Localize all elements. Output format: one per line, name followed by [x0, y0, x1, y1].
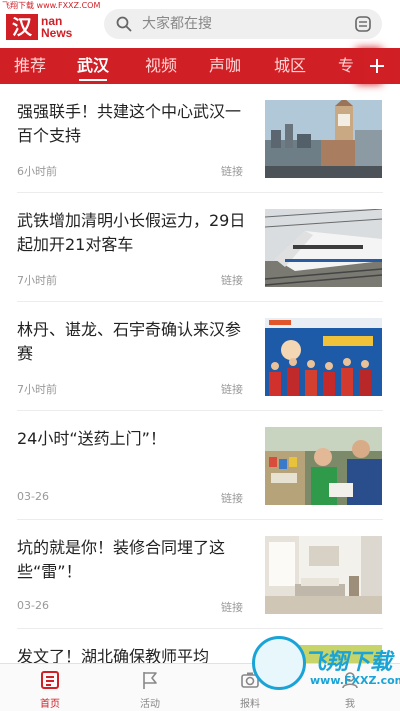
add-channel-icon[interactable] — [364, 48, 390, 84]
search-input[interactable]: 大家都在搜 — [104, 9, 382, 39]
news-source: 链接 — [221, 383, 243, 396]
news-item[interactable]: 林丹、谌龙、石宇奇确认来汉参赛 7小时前 链接 — [0, 302, 400, 411]
news-source: 链接 — [221, 492, 243, 505]
tab-wuhan[interactable]: 武汉 — [77, 48, 109, 84]
home-news-icon — [41, 671, 59, 689]
tab-video[interactable]: 视频 — [145, 48, 177, 84]
channel-tab-bar: 推荐 武汉 视频 声咖 城区 专 — [0, 48, 400, 84]
news-title: 24小时“送药上门”！ — [17, 429, 166, 448]
app-logo[interactable]: 汉 nan News — [6, 10, 88, 44]
news-title: 坑的就是你！装修合同埋了这些“雷”！ — [17, 538, 226, 581]
news-title: 强强联手！共建这个中心武汉一百个支持 — [17, 102, 242, 145]
search-icon — [116, 16, 132, 32]
news-date: 7小时前 — [17, 274, 57, 287]
nav-label: 首页 — [40, 699, 60, 710]
news-thumbnail — [265, 318, 382, 396]
news-title: 林丹、谌龙、石宇奇确认来汉参赛 — [17, 320, 242, 363]
watermark-badge-url: www.FXXZ.com — [310, 674, 400, 687]
news-thumbnail — [265, 536, 382, 614]
tab-special[interactable]: 专 — [338, 48, 354, 84]
logo-text: nan News — [41, 15, 72, 39]
watermark-logo-icon — [252, 636, 306, 690]
news-date: 6小时前 — [17, 165, 57, 178]
news-thumbnail — [265, 209, 382, 287]
top-bar: 飞翔下载 www.FXXZ.COM 汉 nan News 大家都在搜 — [0, 0, 400, 50]
news-source: 链接 — [221, 165, 243, 178]
news-thumbnail — [265, 427, 382, 505]
watermark-badge-text: 飞翔下载 — [304, 650, 393, 675]
news-title: 发文了！湖北确保教师平均 — [17, 647, 210, 663]
news-source: 链接 — [221, 601, 243, 614]
news-source: 链接 — [221, 274, 243, 287]
news-item[interactable]: 强强联手！共建这个中心武汉一百个支持 6小时前 链接 — [0, 84, 400, 193]
news-item[interactable]: 24小时“送药上门”！ 03-26 链接 — [0, 411, 400, 520]
news-item[interactable]: 武铁增加清明小长假运力，29日起加开21对客车 7小时前 链接 — [0, 193, 400, 302]
nav-label: 活动 — [140, 699, 160, 710]
logo-mark: 汉 — [6, 14, 38, 40]
news-feed[interactable]: 强强联手！共建这个中心武汉一百个支持 6小时前 链接 武铁增加清明小长假运力，2… — [0, 84, 400, 663]
news-date: 03-26 — [17, 490, 49, 503]
scan-icon[interactable] — [354, 15, 372, 33]
nav-home[interactable]: 首页 — [10, 664, 90, 711]
news-date: 03-26 — [17, 599, 49, 612]
tab-district[interactable]: 城区 — [274, 48, 306, 84]
logo-line2: News — [41, 26, 73, 40]
news-item[interactable]: 坑的就是你！装修合同埋了这些“雷”！ 03-26 链接 — [0, 520, 400, 629]
news-date: 7小时前 — [17, 383, 57, 396]
tab-recommend[interactable]: 推荐 — [14, 48, 46, 84]
search-placeholder: 大家都在搜 — [142, 16, 212, 32]
nav-activities[interactable]: 活动 — [110, 664, 190, 711]
news-thumbnail — [265, 100, 382, 178]
news-title: 武铁增加清明小长假运力，29日起加开21对客车 — [17, 211, 246, 254]
watermark-badge: 飞翔下载 www.FXXZ.com — [252, 622, 400, 708]
flag-icon — [143, 672, 157, 689]
tab-audio[interactable]: 声咖 — [209, 48, 241, 84]
